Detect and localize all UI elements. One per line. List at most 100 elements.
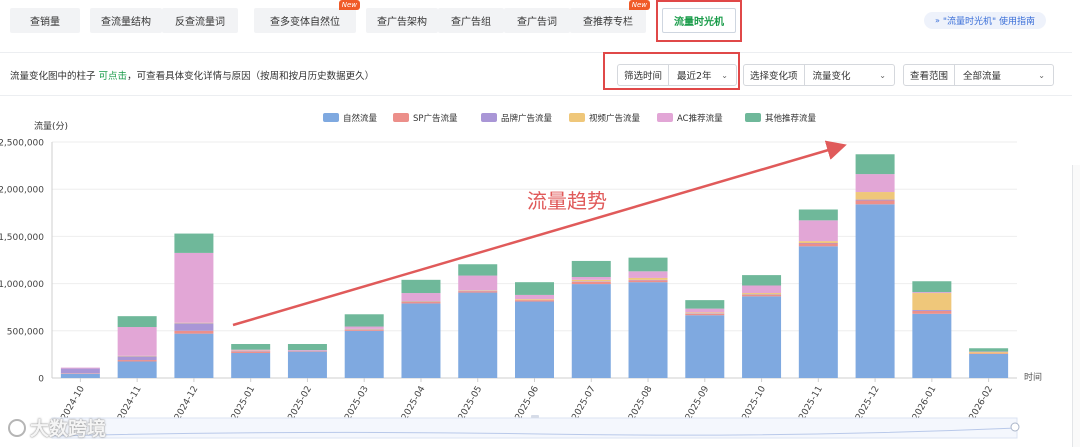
bar-segment[interactable] bbox=[969, 352, 1009, 354]
bar-segment[interactable] bbox=[912, 310, 952, 314]
usage-guide-link[interactable]: » "流量时光机" 使用指南 bbox=[924, 12, 1046, 29]
bar-segment[interactable] bbox=[231, 351, 271, 353]
bar-segment[interactable] bbox=[515, 300, 554, 302]
zoom-slider-track[interactable] bbox=[51, 417, 1018, 439]
scope-select[interactable]: 全部流量 ⌄ bbox=[955, 65, 1053, 85]
bar-segment[interactable] bbox=[571, 281, 611, 282]
tab-traffic-time-machine[interactable]: 流量时光机 bbox=[662, 8, 736, 33]
change-item-select[interactable]: 流量变化 ⌄ bbox=[805, 65, 894, 85]
bar-segment[interactable] bbox=[798, 241, 838, 244]
bar-segment[interactable] bbox=[685, 312, 725, 314]
bar-segment[interactable] bbox=[742, 294, 782, 295]
bar-segment[interactable] bbox=[458, 292, 498, 378]
bar-segment[interactable] bbox=[912, 293, 952, 311]
bar-segment[interactable] bbox=[344, 329, 384, 330]
bar-segment[interactable] bbox=[912, 281, 952, 293]
bar-segment[interactable] bbox=[344, 328, 384, 330]
bar-segment[interactable] bbox=[855, 174, 895, 193]
bar-segment[interactable] bbox=[912, 313, 952, 378]
bar-segment[interactable] bbox=[515, 294, 554, 300]
bar-segment[interactable] bbox=[742, 296, 782, 378]
bar-segment[interactable] bbox=[969, 353, 1009, 378]
bar-segment[interactable] bbox=[798, 246, 838, 378]
bar-segment[interactable] bbox=[571, 260, 611, 277]
bar-segment[interactable] bbox=[685, 313, 725, 316]
bar-segment[interactable] bbox=[117, 356, 157, 361]
bar-segment[interactable] bbox=[628, 271, 668, 278]
bar-segment[interactable] bbox=[117, 327, 157, 356]
bar-segment[interactable] bbox=[344, 329, 384, 331]
bar-segment[interactable] bbox=[798, 220, 838, 242]
bar-segment[interactable] bbox=[969, 348, 1009, 352]
bar-segment[interactable] bbox=[855, 200, 895, 205]
bar-segment[interactable] bbox=[571, 281, 611, 285]
bar-segment[interactable] bbox=[685, 313, 725, 314]
bar-segment[interactable] bbox=[60, 368, 100, 374]
bar-segment[interactable] bbox=[628, 277, 668, 280]
bar-segment[interactable] bbox=[685, 308, 725, 313]
bar-segment[interactable] bbox=[515, 282, 554, 295]
bar-segment[interactable] bbox=[458, 264, 498, 276]
bar-segment[interactable] bbox=[287, 351, 327, 378]
bar-segment[interactable] bbox=[912, 310, 952, 311]
bar-segment[interactable] bbox=[912, 292, 952, 294]
bar-segment[interactable] bbox=[571, 279, 611, 282]
change-item-filter[interactable]: 选择变化项 流量变化 ⌄ bbox=[743, 64, 895, 86]
bar-segment[interactable] bbox=[742, 294, 782, 297]
bar-segment[interactable] bbox=[515, 301, 554, 378]
bar-segment[interactable] bbox=[287, 351, 327, 352]
bar-segment[interactable] bbox=[174, 233, 214, 253]
bar-segment[interactable] bbox=[515, 299, 554, 301]
bar-segment[interactable] bbox=[628, 257, 668, 272]
bar-segment[interactable] bbox=[401, 279, 441, 294]
zoom-slider-grip[interactable] bbox=[531, 415, 539, 418]
hint-clickable-link[interactable]: 可点击 bbox=[99, 71, 128, 82]
bar-segment[interactable] bbox=[685, 315, 725, 378]
bar-segment[interactable] bbox=[969, 353, 1009, 354]
scope-filter[interactable]: 查看范围 全部流量 ⌄ bbox=[903, 64, 1054, 86]
bar-segment[interactable] bbox=[174, 330, 214, 334]
bar-segment[interactable] bbox=[458, 291, 498, 293]
tab-traffic-structure[interactable]: 查流量结构 bbox=[90, 8, 162, 33]
tab-ad-group[interactable]: 查广告组 bbox=[438, 8, 504, 33]
bar-segment[interactable] bbox=[60, 367, 100, 369]
bar-segment[interactable] bbox=[742, 285, 782, 294]
bar-segment[interactable] bbox=[117, 355, 157, 357]
tab-recommend-column[interactable]: 查推荐专栏 New bbox=[570, 0, 650, 33]
time-filter-select[interactable]: 最近2年 ⌄ bbox=[669, 65, 736, 85]
tab-reverse-keyword[interactable]: 反查流量词 bbox=[162, 8, 238, 33]
bar-segment[interactable] bbox=[174, 333, 214, 378]
bar-segment[interactable] bbox=[60, 373, 100, 378]
bar-segment[interactable] bbox=[855, 154, 895, 175]
bar-segment[interactable] bbox=[571, 276, 611, 280]
tab-variant-natural-rank[interactable]: 查多变体自然位 New bbox=[254, 0, 360, 33]
bar-segment[interactable] bbox=[855, 192, 895, 200]
tab-ad-architecture[interactable]: 查广告架构 bbox=[366, 8, 438, 33]
bar-segment[interactable] bbox=[969, 351, 1009, 353]
bar-segment[interactable] bbox=[798, 209, 838, 221]
bar-segment[interactable] bbox=[628, 279, 668, 281]
bar-segment[interactable] bbox=[174, 322, 214, 324]
bar-segment[interactable] bbox=[174, 323, 214, 331]
bar-segment[interactable] bbox=[231, 352, 271, 378]
bar-segment[interactable] bbox=[458, 290, 498, 291]
bar-segment[interactable] bbox=[401, 293, 441, 302]
bar-segment[interactable] bbox=[401, 303, 441, 378]
bar-segment[interactable] bbox=[287, 344, 327, 351]
bar-segment[interactable] bbox=[742, 293, 782, 295]
bar-segment[interactable] bbox=[458, 290, 498, 292]
bar-segment[interactable] bbox=[117, 361, 157, 378]
bar-segment[interactable] bbox=[628, 280, 668, 283]
bar-segment[interactable] bbox=[117, 360, 157, 362]
bar-segment[interactable] bbox=[231, 349, 271, 351]
bar-segment[interactable] bbox=[628, 282, 668, 378]
bar-segment[interactable] bbox=[742, 275, 782, 286]
bar-segment[interactable] bbox=[60, 373, 100, 374]
bar-segment[interactable] bbox=[458, 275, 498, 291]
bar-segment[interactable] bbox=[287, 350, 327, 352]
zoom-slider-handle[interactable] bbox=[1010, 422, 1020, 432]
bar-segment[interactable] bbox=[685, 300, 725, 309]
tab-ad-keyword[interactable]: 查广告词 bbox=[504, 8, 570, 33]
bar-segment[interactable] bbox=[798, 243, 838, 244]
bar-segment[interactable] bbox=[344, 314, 384, 327]
